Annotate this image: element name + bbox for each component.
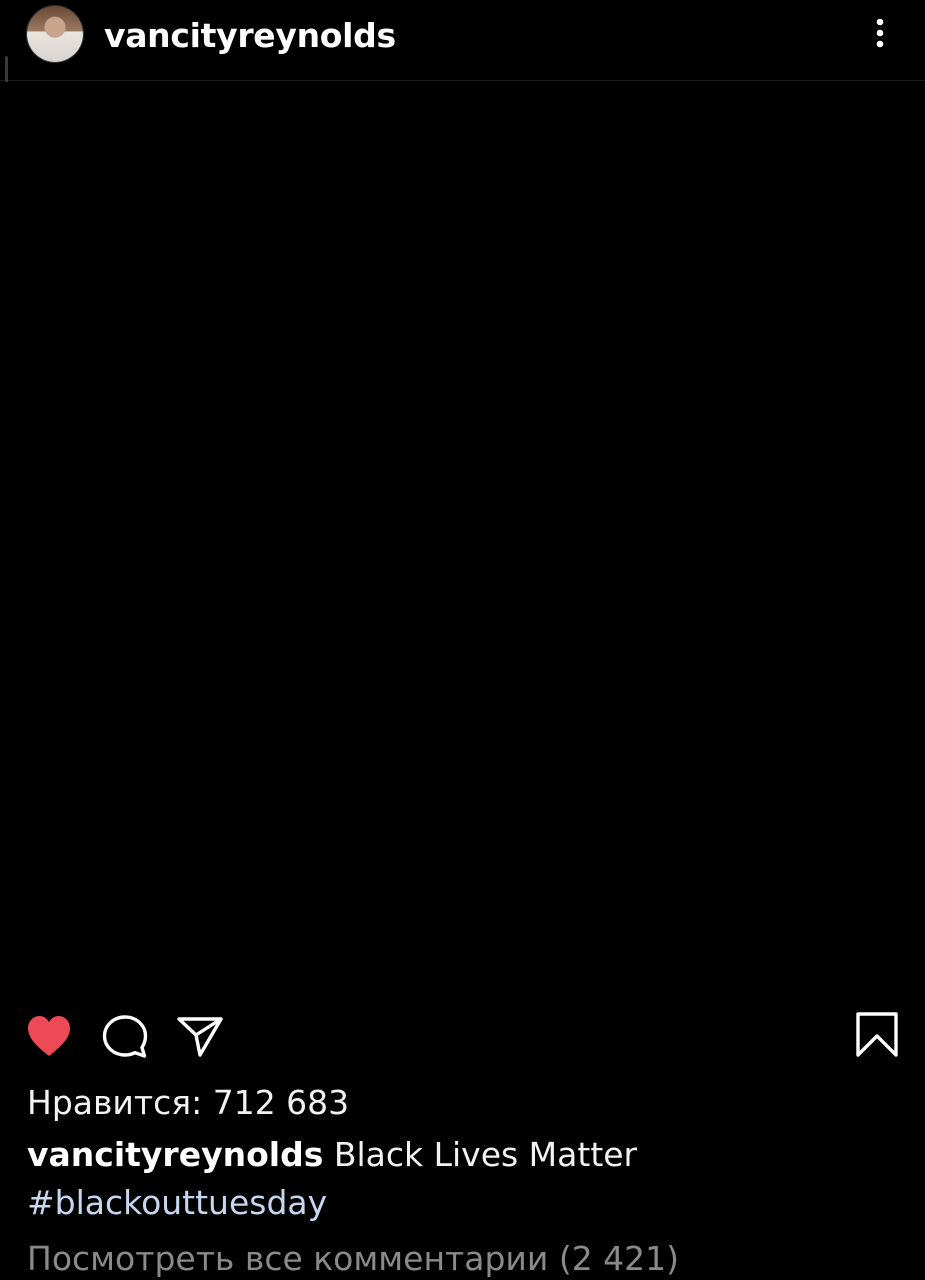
avatar[interactable]	[27, 6, 83, 62]
like-heart-icon[interactable]	[25, 1013, 73, 1059]
likes-count[interactable]: Нравится: 712 683	[27, 1080, 349, 1126]
caption-hashtag[interactable]: #blackouttuesday	[27, 1183, 327, 1222]
comment-icon[interactable]	[101, 1014, 149, 1060]
bookmark-icon[interactable]	[854, 1011, 900, 1059]
post-username[interactable]: vancityreynolds	[104, 14, 396, 58]
post-caption: vancityreynolds Black Lives Matter #blac…	[27, 1131, 897, 1227]
caption-text: Black Lives Matter	[333, 1135, 638, 1174]
view-all-comments-link[interactable]: Посмотреть все комментарии (2 421)	[27, 1236, 679, 1280]
more-vertical-icon[interactable]	[866, 16, 894, 52]
instagram-post-screen: vancityreynolds Нравится: 712 683 vancit…	[0, 0, 925, 1280]
post-header: vancityreynolds	[0, 0, 925, 81]
send-icon[interactable]	[176, 1014, 224, 1060]
post-image[interactable]	[0, 82, 925, 1002]
caption-username[interactable]: vancityreynolds	[27, 1135, 323, 1174]
